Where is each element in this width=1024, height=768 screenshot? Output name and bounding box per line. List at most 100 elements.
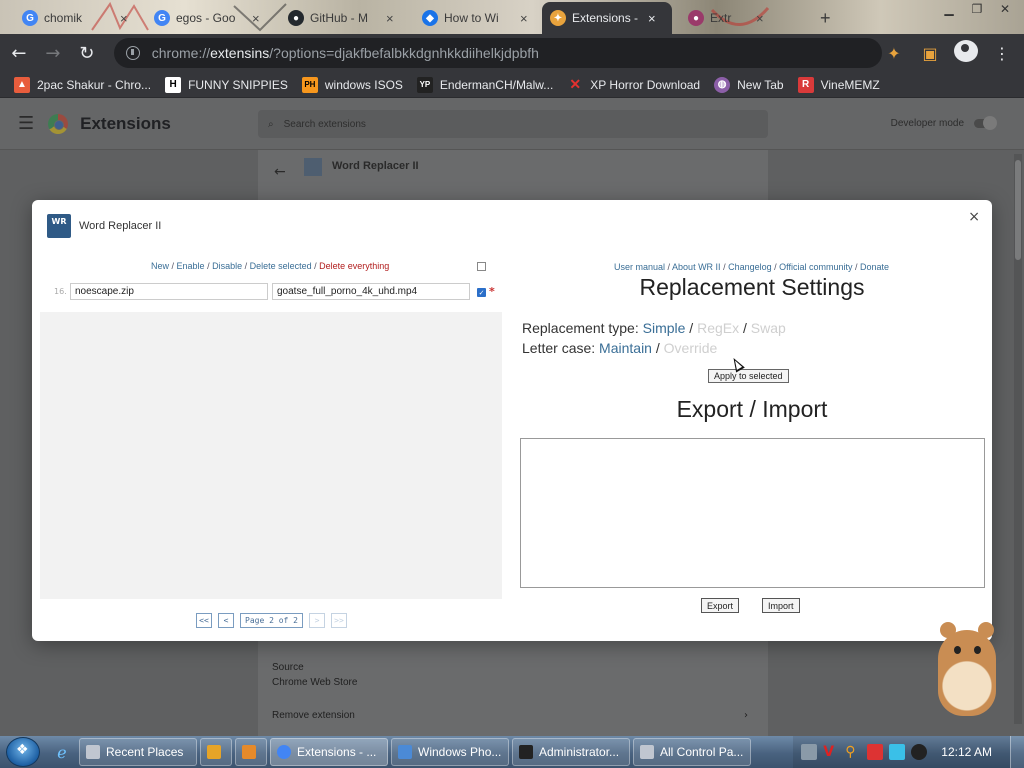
dialog-title: Word Replacer II [79, 220, 162, 232]
minimize-icon[interactable]: ▁ [936, 0, 962, 18]
task-recent-places[interactable]: Recent Places [79, 738, 197, 766]
new-tab-button[interactable]: + [812, 4, 839, 32]
separator: / [204, 261, 213, 271]
start-button[interactable] [6, 737, 40, 767]
address-bar[interactable]: chrome://extensins/?options=djakfbefalbk… [113, 38, 882, 68]
internet-explorer-icon[interactable]: ℯ [48, 738, 76, 766]
swap-option[interactable]: Swap [751, 320, 786, 336]
developer-mode-toggle[interactable] [974, 116, 997, 130]
media-icon [207, 745, 221, 759]
task-media[interactable] [200, 738, 232, 766]
bookmark-6[interactable]: ◍ New Tab [714, 76, 784, 93]
close-tab-icon[interactable]: × [648, 11, 656, 26]
prev-page-button[interactable]: < [218, 613, 234, 628]
bookmark-2[interactable]: H FUNNY SNIPPIES [165, 76, 288, 93]
tray-network-icon[interactable] [889, 744, 906, 760]
tray-v-icon[interactable]: V [823, 744, 839, 760]
disable-link[interactable]: Disable [212, 261, 242, 271]
bookmark-3[interactable]: PH windows ISOS [301, 76, 403, 93]
task-control-panel[interactable]: All Control Pa... [633, 738, 751, 766]
community-link[interactable]: Official community [779, 262, 852, 272]
tab-6[interactable]: ● Extr × [680, 4, 772, 32]
word-replacer-logo-icon: WR [47, 214, 71, 238]
regex-option[interactable]: RegEx [697, 320, 739, 336]
task-chrome-extensions[interactable]: Extensions - ... [270, 738, 388, 766]
tray-flag-icon[interactable] [867, 744, 884, 760]
remove-extension-link[interactable]: Remove extension [272, 710, 355, 721]
first-page-button[interactable]: << [196, 613, 212, 628]
close-tab-icon[interactable]: × [756, 11, 764, 26]
import-button[interactable]: Import [762, 598, 800, 613]
window-controls: ▁ ❐ ✕ [936, 0, 1018, 18]
show-desktop-button[interactable] [1010, 736, 1024, 768]
rules-pane: New / Enable / Disable / Delete selected… [40, 250, 502, 636]
tray-volume-icon[interactable] [911, 744, 928, 760]
task-label: All Control Pa... [660, 745, 744, 759]
export-button[interactable]: Export [701, 598, 740, 613]
page-title: Extensions [80, 113, 171, 133]
hamburger-menu-icon[interactable]: ☰ [18, 113, 34, 134]
simple-option[interactable]: Simple [643, 320, 686, 336]
last-page-button[interactable]: >> [330, 613, 347, 628]
bookmark-5[interactable]: ✕ XP Horror Download [567, 76, 700, 93]
task-app[interactable] [235, 738, 267, 766]
side-panel-icon[interactable]: ▣ [918, 44, 942, 63]
back-icon[interactable]: ← [4, 38, 34, 68]
enable-link[interactable]: Enable [177, 261, 205, 271]
next-page-button[interactable]: > [308, 613, 325, 628]
search-extensions-input[interactable]: ⌕ Search extensions [258, 110, 768, 138]
menu-kebab-icon[interactable]: ⋮ [990, 44, 1014, 63]
tab-extensions[interactable]: ✦ Extensions - × [542, 2, 672, 34]
close-tab-icon[interactable]: × [252, 11, 260, 26]
extensions-puzzle-icon[interactable]: ✦ [882, 44, 906, 63]
tab-1[interactable]: G chomik × [14, 4, 136, 32]
delete-everything-link[interactable]: Delete everything [319, 261, 389, 271]
tray-app-icon[interactable] [801, 744, 818, 760]
select-all-checkbox[interactable] [477, 262, 486, 271]
letter-case-label: Letter case: [522, 340, 596, 356]
user-manual-link[interactable]: User manual [614, 262, 665, 272]
profile-avatar-icon[interactable] [954, 40, 978, 66]
changelog-link[interactable]: Changelog [728, 262, 772, 272]
close-tab-icon[interactable]: × [520, 11, 528, 26]
maximize-icon[interactable]: ❐ [964, 0, 990, 18]
tab-3[interactable]: ● GitHub - M × [280, 4, 402, 32]
export-import-textarea[interactable] [520, 438, 985, 588]
maintain-option[interactable]: Maintain [599, 340, 652, 356]
bookmark-7[interactable]: R VineMEMZ [797, 76, 880, 93]
close-tab-icon[interactable]: × [120, 11, 128, 26]
rule-actions: New / Enable / Disable / Delete selected… [151, 261, 389, 271]
bookmark-1[interactable]: ▲ 2pac Shakur - Chro... [14, 76, 151, 93]
extension-name: Word Replacer II [332, 160, 419, 172]
rule-replace-input[interactable]: goatse_full_porno_4k_uhd.mp4 [272, 283, 470, 300]
clock[interactable]: 12:12 AM [941, 745, 992, 759]
chevron-right-icon: › [744, 710, 748, 721]
url-path: /?options=djakfbefalbkkdgnhkkdiihelkjdpb… [269, 45, 539, 61]
close-tab-icon[interactable]: × [386, 11, 394, 26]
task-windows-photo[interactable]: Windows Pho... [391, 738, 509, 766]
close-window-icon[interactable]: ✕ [992, 0, 1018, 18]
site-info-icon[interactable] [125, 46, 140, 60]
tray-search-icon[interactable]: ⚲ [845, 744, 861, 760]
reload-icon[interactable]: ↻ [72, 38, 102, 68]
delete-selected-link[interactable]: Delete selected [250, 261, 312, 271]
rules-header: New / Enable / Disable / Delete selected… [40, 250, 502, 312]
tab-2[interactable]: G egos - Goo × [146, 4, 268, 32]
task-administrator[interactable]: Administrator... [512, 738, 630, 766]
rule-find-input[interactable]: noescape.zip [70, 283, 268, 300]
override-option[interactable]: Override [664, 340, 718, 356]
close-dialog-button[interactable]: × [968, 209, 980, 225]
tab-title: GitHub - M [310, 11, 369, 25]
tab-4[interactable]: ◆ How to Wi × [414, 4, 536, 32]
rule-checkbox[interactable]: ✓ [477, 288, 486, 297]
system-tray: V ⚲ 12:12 AM [793, 736, 1010, 768]
new-rule-link[interactable]: New [151, 261, 169, 271]
about-link[interactable]: About WR II [672, 262, 721, 272]
donate-link[interactable]: Donate [860, 262, 889, 272]
page-scrollbar[interactable] [1014, 154, 1022, 724]
back-arrow-icon[interactable]: ← [274, 164, 286, 180]
rule-row: 16. noescape.zip goatse_full_porno_4k_uh… [40, 282, 502, 302]
apply-to-selected-button[interactable]: Apply to selected [708, 369, 789, 383]
bookmark-4[interactable]: YP EndermanCH/Malw... [416, 76, 553, 93]
forward-icon[interactable]: → [38, 38, 68, 68]
